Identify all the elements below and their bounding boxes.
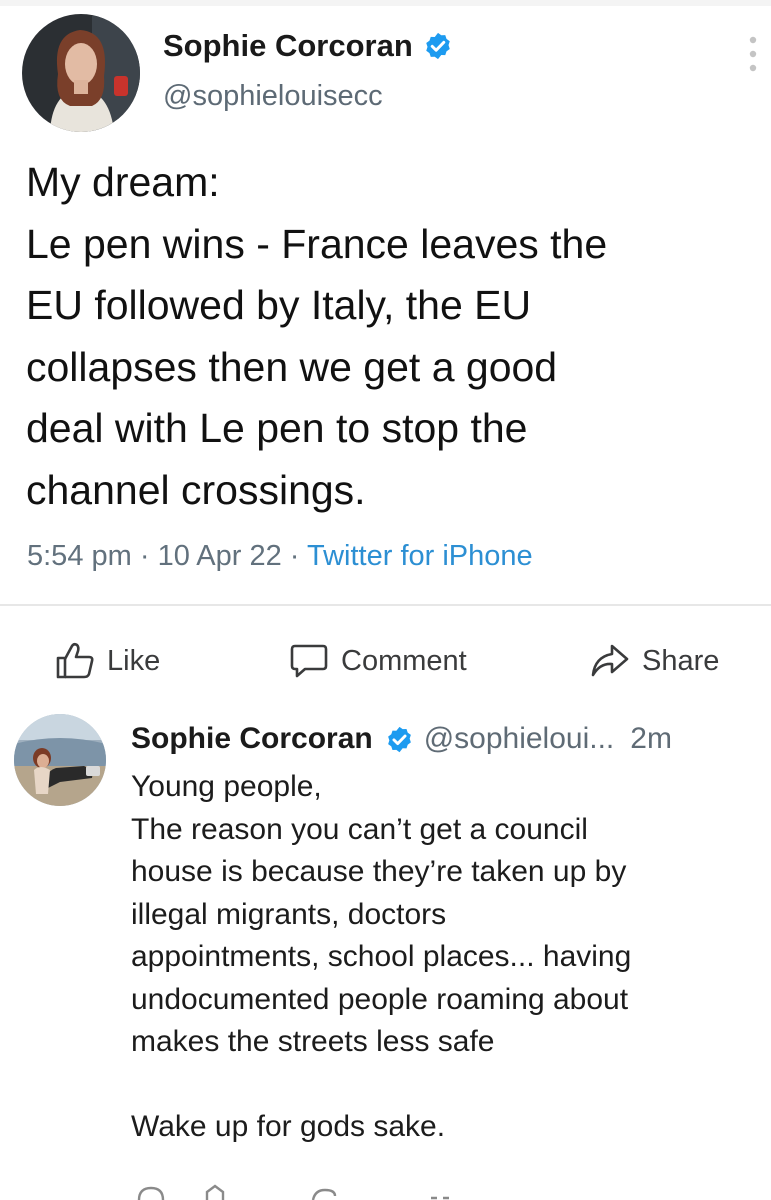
author-name[interactable]: Sophie Corcoran [163, 28, 413, 64]
reply-author-handle[interactable]: @sophieloui... [424, 722, 615, 756]
share-label: Share [642, 644, 720, 677]
verified-badge-icon [385, 725, 414, 754]
reply-action-icons-cut-off [131, 1182, 471, 1200]
like-icon [55, 642, 95, 680]
reply-author-name[interactable]: Sophie Corcoran [131, 722, 373, 756]
meta-separator: · [289, 540, 307, 572]
comment-icon [289, 642, 329, 680]
like-button[interactable]: Like [55, 642, 160, 680]
like-label: Like [107, 644, 161, 677]
more-options-icon[interactable] [748, 34, 758, 78]
tweet-text-line: My dream: [26, 159, 220, 205]
reply-text-line: illegal migrants, doctors [131, 897, 447, 931]
comment-label: Comment [341, 644, 467, 677]
author-avatar[interactable] [22, 14, 140, 132]
reply-text-line: appointments, school places... having [131, 940, 632, 973]
heart-icon [311, 1188, 337, 1200]
retweet-icon [205, 1184, 225, 1200]
tweet-text-line: Le pen wins - France leaves the [26, 220, 608, 267]
divider [0, 604, 771, 606]
tweet-meta: 5:54 pm · 10 Apr 22 · Twitter for iPhone [27, 540, 533, 573]
tweet-text: My dream: Le pen wins - France leaves th… [26, 152, 761, 521]
reply-text-line: Young people, [131, 770, 322, 803]
tweet-text-line: EU followed by Italy, the EU [26, 282, 532, 328]
reply-text-line: makes the streets less safe [131, 1025, 495, 1058]
tweet-date[interactable]: 10 Apr 22 [158, 540, 282, 572]
reply-text: Young people, The reason you can’t get a… [131, 766, 761, 1149]
reply-header: Sophie Corcoran @sophieloui... 2m [131, 722, 672, 756]
share-icon [590, 642, 630, 680]
comment-button[interactable]: Comment [289, 642, 467, 680]
avatar-photo [14, 714, 106, 806]
tweet-time[interactable]: 5:54 pm [27, 540, 132, 572]
reply-text-line: The reason you can’t get a council [131, 812, 588, 846]
reply-text-line [131, 1064, 761, 1107]
author-handle[interactable]: @sophielouisecc [163, 80, 383, 113]
reply-time[interactable]: 2m [630, 722, 672, 756]
reply-text-line: undocumented people roaming about [131, 982, 629, 1016]
reply-text-line: house is because they’re taken up by [131, 855, 627, 888]
tweet-text-line: deal with Le pen to stop the [26, 405, 528, 451]
author-name-row: Sophie Corcoran [163, 28, 453, 64]
top-edge [0, 0, 771, 6]
tweet-source-link[interactable]: Twitter for iPhone [307, 540, 533, 572]
meta-separator: · [139, 540, 158, 572]
verified-badge-icon [423, 31, 453, 61]
avatar-photo [22, 14, 140, 132]
reply-author-avatar[interactable] [14, 714, 106, 806]
reply-text-line: Wake up for gods sake. [131, 1110, 446, 1143]
reply-icon [137, 1186, 165, 1200]
tweet-text-line: collapses then we get a good [26, 343, 558, 390]
share-button[interactable]: Share [590, 642, 719, 680]
tweet-text-line: channel crossings. [26, 466, 366, 513]
